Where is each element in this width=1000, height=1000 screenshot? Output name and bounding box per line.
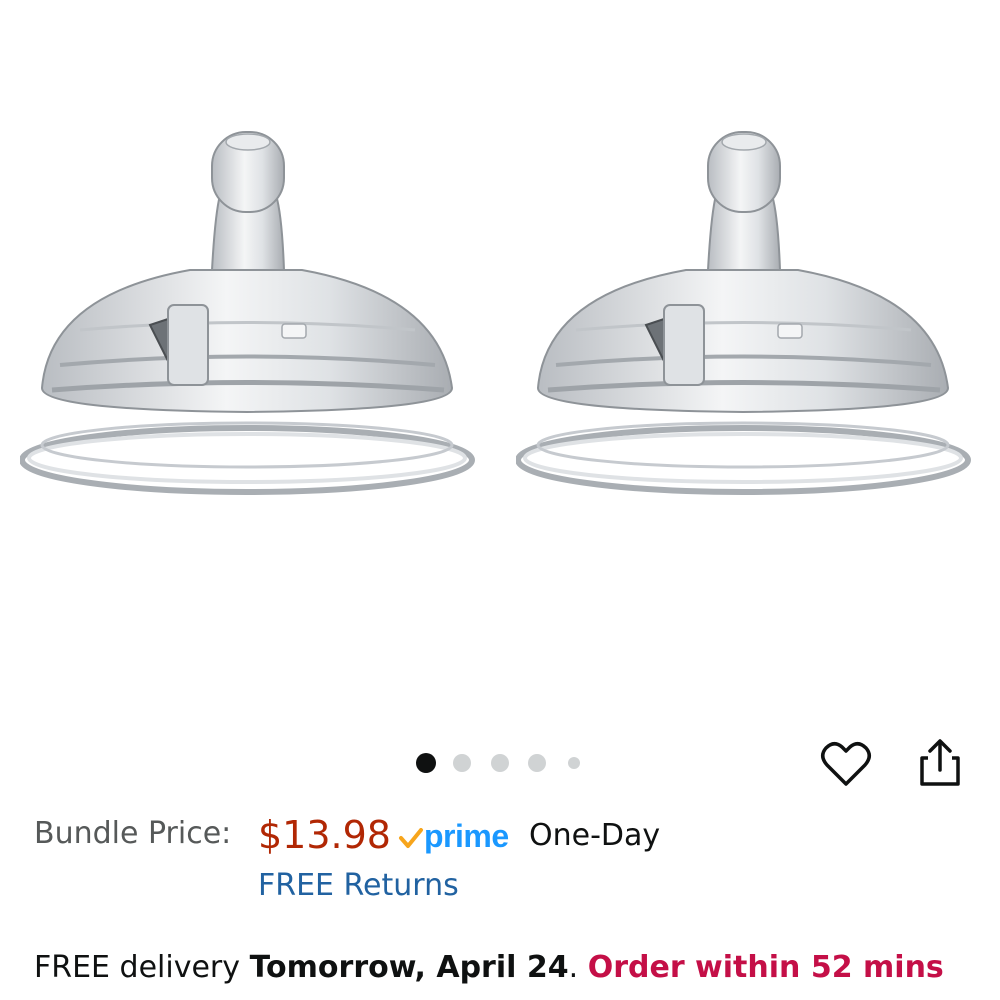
product-image-nipple-left xyxy=(20,131,475,495)
product-image-nipple-right xyxy=(516,131,971,495)
delivery-message: FREE delivery Tomorrow, April 24. Order … xyxy=(34,950,944,985)
carousel-dot-1[interactable] xyxy=(416,753,436,773)
product-image-gallery[interactable] xyxy=(0,0,1000,740)
order-cutoff: Order within 52 mins xyxy=(587,950,944,985)
delivery-separator: . xyxy=(568,950,579,985)
shipping-speed: One-Day xyxy=(529,818,661,853)
carousel-dot-3[interactable] xyxy=(491,754,509,772)
delivery-prefix: FREE delivery xyxy=(34,950,241,985)
heart-icon[interactable] xyxy=(820,740,872,788)
carousel-dot-5[interactable] xyxy=(568,757,580,769)
bundle-price-label: Bundle Price: xyxy=(34,816,232,851)
share-icon[interactable] xyxy=(914,736,966,790)
delivery-date: Tomorrow, April 24 xyxy=(249,950,569,985)
prime-logo-text: prime xyxy=(424,818,509,854)
free-returns-link[interactable]: FREE Returns xyxy=(258,868,459,903)
carousel-dot-4[interactable] xyxy=(528,754,546,772)
carousel-dot-2[interactable] xyxy=(453,754,471,772)
price-value: $13.98 xyxy=(258,813,391,857)
prime-check-icon xyxy=(399,828,423,848)
